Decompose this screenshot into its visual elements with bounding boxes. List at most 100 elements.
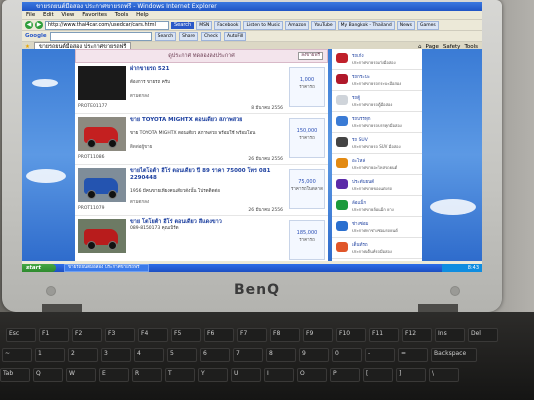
keyboard-key: F1 — [39, 328, 69, 342]
listing-meta: ตามตกลง — [130, 94, 150, 99]
sidebar-category-item[interactable]: ล้อแม็ก ประกาศขายล้อแม็ก ยาง — [332, 196, 422, 217]
category-name[interactable]: รถ SUV — [352, 136, 368, 143]
listing-item[interactable]: ฝากขายรถ 521 ต้องการ ขายรถ ครับ ตามตกลง … — [75, 63, 328, 114]
google-logo: Google — [25, 33, 47, 39]
category-name[interactable]: ประดับยนต์ — [352, 178, 374, 185]
listing-thumbnail[interactable] — [78, 219, 126, 253]
listing-id: PROT11086 — [78, 155, 105, 160]
toolbar-chip-music[interactable]: Listen to Music — [243, 20, 284, 30]
google-chip-share[interactable]: Share — [179, 31, 199, 41]
sidebar-category-item[interactable]: ประดับยนต์ ประกาศขายของแต่งรถ — [332, 175, 422, 196]
listing-price-label: ราคารถ — [299, 238, 315, 243]
category-name[interactable]: รถบรรทุก — [352, 115, 371, 122]
category-car-icon — [336, 74, 348, 84]
keyboard-row-qwerty: Tab Q W E R T Y U I O P[] \ — [0, 368, 459, 382]
listing-item[interactable]: ขาย โตโยต้า ฮีโร่ ตอนเดียว สีแดงขาว 089-… — [75, 216, 328, 261]
keyboard-key: Backspace — [431, 348, 477, 362]
window-titlebar: ขายรถยนต์มือสอง ประกาศขายรถฟรี - Windows… — [22, 2, 482, 11]
menu-tools[interactable]: Tools — [115, 12, 129, 18]
listing-price-box: 75,000 ราคารถในตลาด — [289, 169, 325, 209]
category-description: ประกาศหาช่างซ่อมรถยนต์ — [352, 228, 398, 233]
sidebar-category-item[interactable]: รถตู้ ประกาศขายรถตู้มือสอง — [332, 91, 422, 112]
google-chip-autofill[interactable]: AutoFill — [223, 31, 247, 41]
menu-view[interactable]: View — [61, 12, 74, 18]
status-led-left — [46, 286, 56, 296]
search-go-button[interactable]: Search — [171, 21, 195, 29]
wheel-shape — [87, 190, 96, 199]
keyboard-key: I — [264, 368, 294, 382]
toolbar-chip-facebook[interactable]: Facebook — [214, 20, 242, 30]
sidebar-category-item[interactable]: รถบรรทุก ประกาศขายรถบรรทุกมือสอง — [332, 112, 422, 133]
listing-title[interactable]: ขายไตโอต้า ฮีโร่ ตอนเดียว ปี 89 ราคา 750… — [130, 168, 280, 182]
back-arrow-icon[interactable]: ◀ — [25, 21, 33, 29]
keyboard-key: E — [99, 368, 129, 382]
sidebar-category-item[interactable]: รถเก๋ง ประกาศขายรถเก๋งมือสอง — [332, 49, 422, 70]
keyboard-key: 8 — [266, 348, 296, 362]
listing-thumbnail[interactable] — [78, 168, 126, 202]
listing-title[interactable]: ขาย TOYOTA MIGHTX ตอนเดียว สภาพสวย — [130, 117, 280, 124]
sidebar-category-item[interactable]: อะไหล่ ประกาศขายอะไหล่รถยนต์ — [332, 154, 422, 175]
google-search-input[interactable] — [49, 31, 152, 41]
category-car-icon — [336, 221, 348, 231]
toolbar-chip-msn[interactable]: MSN — [196, 20, 213, 30]
listing-thumbnail[interactable] — [78, 117, 126, 151]
category-car-icon — [336, 242, 348, 252]
category-description: ประกาศขายรถกระบะมือสอง — [352, 81, 402, 86]
toolbar-chip-youtube[interactable]: YouTube — [311, 20, 336, 30]
toolbar-chip-news[interactable]: News — [396, 20, 415, 30]
category-description: ประกาศขายรถตู้มือสอง — [352, 102, 393, 107]
menu-help[interactable]: Help — [136, 12, 149, 18]
category-name[interactable]: ล้อแม็ก — [352, 199, 366, 206]
category-description: ประกาศเต็นท์รถมือสอง — [352, 249, 392, 254]
toolbar-chip-amazon[interactable]: Amazon — [285, 20, 310, 30]
sidebar-category-item[interactable]: รถ SUV ประกาศขายรถ SUV มือสอง — [332, 133, 422, 154]
wheel-shape — [87, 241, 96, 250]
listing-title[interactable]: ขาย โตโยต้า ฮีโร่ ตอนเดียว สีแดงขาว — [130, 219, 280, 226]
keyboard-key: 1 — [35, 348, 65, 362]
listing-item[interactable]: ขาย TOYOTA MIGHTX ตอนเดียว สภาพสวย ขาย T… — [75, 114, 328, 165]
keyboard-key: Tab — [0, 368, 30, 382]
listing-thumbnail[interactable] — [78, 66, 126, 100]
category-car-icon — [336, 137, 348, 147]
toolbar-chip-games[interactable]: Games — [416, 20, 439, 30]
keyboard-key: = — [398, 348, 428, 362]
category-name[interactable]: ช่างซ่อม — [352, 220, 369, 227]
keyboard-key: 9 — [299, 348, 329, 362]
keyboard-key: ~ — [2, 348, 32, 362]
listing-price-box: 150,000 ราคารถ — [289, 118, 325, 158]
keyboard-key: 2 — [68, 348, 98, 362]
category-name[interactable]: เต็นท์รถ — [352, 241, 368, 248]
keyboard-key: F8 — [270, 328, 300, 342]
google-chip-check[interactable]: Check — [201, 31, 221, 41]
listing-footer: PROT11086 26 มีนาคม 2556 — [78, 155, 283, 162]
category-name[interactable]: รถตู้ — [352, 94, 360, 101]
toolbar-chip-bangkok[interactable]: My Bangkok - Thailand — [337, 20, 395, 30]
page-background: ดูประกาศ ทดลองลงประกาศ ลงขายฟรี ฝากขายรถ… — [22, 49, 482, 261]
category-description: ประกาศขายอะไหล่รถยนต์ — [352, 165, 398, 170]
category-name[interactable]: รถกระบะ — [352, 73, 370, 80]
url-input[interactable]: http://www.thai4car.com/usedcar/cars.htm… — [45, 20, 169, 30]
sidebar-category-item[interactable]: เต็นท์รถ ประกาศเต็นท์รถมือสอง — [332, 238, 422, 259]
post-free-button[interactable]: ลงขายฟรี — [298, 52, 323, 60]
taskbar-window-button[interactable]: ขายรถยนต์มือสอง ประกาศขายรถฟรี — [64, 264, 149, 272]
listing-meta: ติดต่อผู้ขาย — [130, 145, 153, 150]
menu-favorites[interactable]: Favorites — [82, 12, 107, 18]
listing-item[interactable]: ขายไตโอต้า ฮีโร่ ตอนเดียว ปี 89 ราคา 750… — [75, 165, 328, 216]
start-button[interactable]: start — [22, 264, 56, 272]
keyboard-base: Esc F1 F2 F3 F4 F5 F6 F7 F8 F9 F10 F11 F12 Ins Del ~1 2… — [0, 312, 534, 400]
keyboard-key: 4 — [134, 348, 164, 362]
keyboard-key: R — [132, 368, 162, 382]
sidebar-category-item[interactable]: ช่างซ่อม ประกาศหาช่างซ่อมรถยนต์ — [332, 217, 422, 238]
category-name[interactable]: รถเก๋ง — [352, 52, 364, 59]
listing-title[interactable]: ฝากขายรถ 521 — [130, 66, 280, 73]
google-chip-search[interactable]: Search — [154, 31, 177, 41]
forward-arrow-icon[interactable]: ▶ — [35, 21, 43, 29]
sidebar-category-item[interactable]: รถกระบะ ประกาศขายรถกระบะมือสอง — [332, 70, 422, 91]
keyboard-key: - — [365, 348, 395, 362]
google-toolbar: Google Search Share Check AutoFill — [22, 30, 482, 41]
menu-edit[interactable]: Edit — [43, 12, 54, 18]
listing-price-box: 1,000 ราคารถ — [289, 67, 325, 107]
menu-file[interactable]: File — [26, 12, 35, 18]
category-sidebar: รถเก๋ง ประกาศขายรถเก๋งมือสอง รถกระบะ ประกาศ… — [332, 49, 422, 261]
category-name[interactable]: อะไหล่ — [352, 157, 365, 164]
